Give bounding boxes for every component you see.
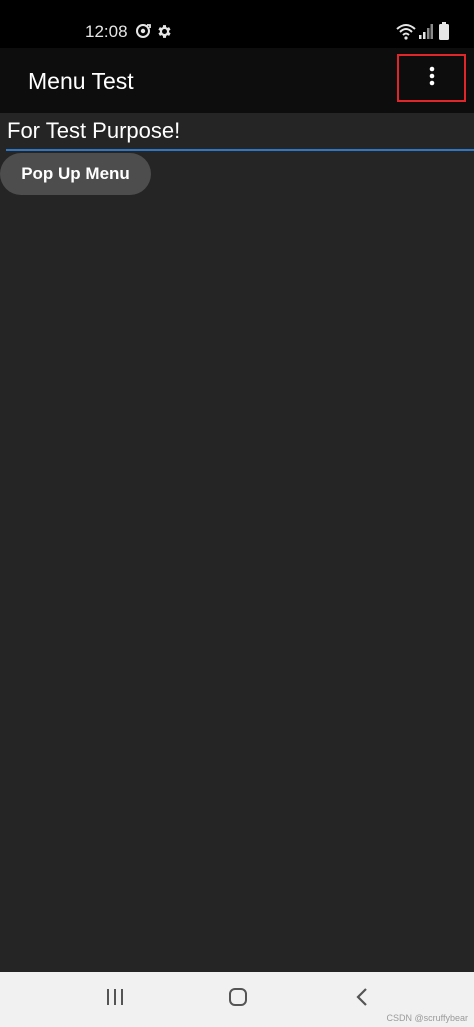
sync-icon bbox=[134, 22, 152, 45]
watermark: CSDN @scruffybear bbox=[386, 1013, 469, 1023]
status-bar: 12:08 bbox=[0, 0, 474, 48]
home-button[interactable] bbox=[203, 972, 273, 1027]
overflow-menu-button[interactable] bbox=[397, 54, 466, 102]
battery-icon bbox=[439, 22, 449, 45]
navigation-bar: CSDN @scruffybear bbox=[0, 972, 474, 1027]
signal-icon bbox=[418, 24, 433, 44]
pop-up-menu-button[interactable]: Pop Up Menu bbox=[0, 153, 151, 195]
recents-icon bbox=[106, 988, 124, 1011]
test-edit-field[interactable]: For Test Purpose! bbox=[6, 116, 474, 151]
back-icon bbox=[355, 987, 369, 1012]
gear-icon bbox=[156, 23, 173, 45]
wifi-icon bbox=[396, 23, 416, 45]
app-title: Menu Test bbox=[28, 68, 134, 94]
home-icon bbox=[228, 987, 248, 1012]
recents-button[interactable] bbox=[80, 972, 150, 1027]
edit-field-text: For Test Purpose! bbox=[7, 118, 181, 143]
status-time: 12:08 bbox=[85, 22, 128, 41]
more-vert-icon bbox=[429, 66, 435, 91]
